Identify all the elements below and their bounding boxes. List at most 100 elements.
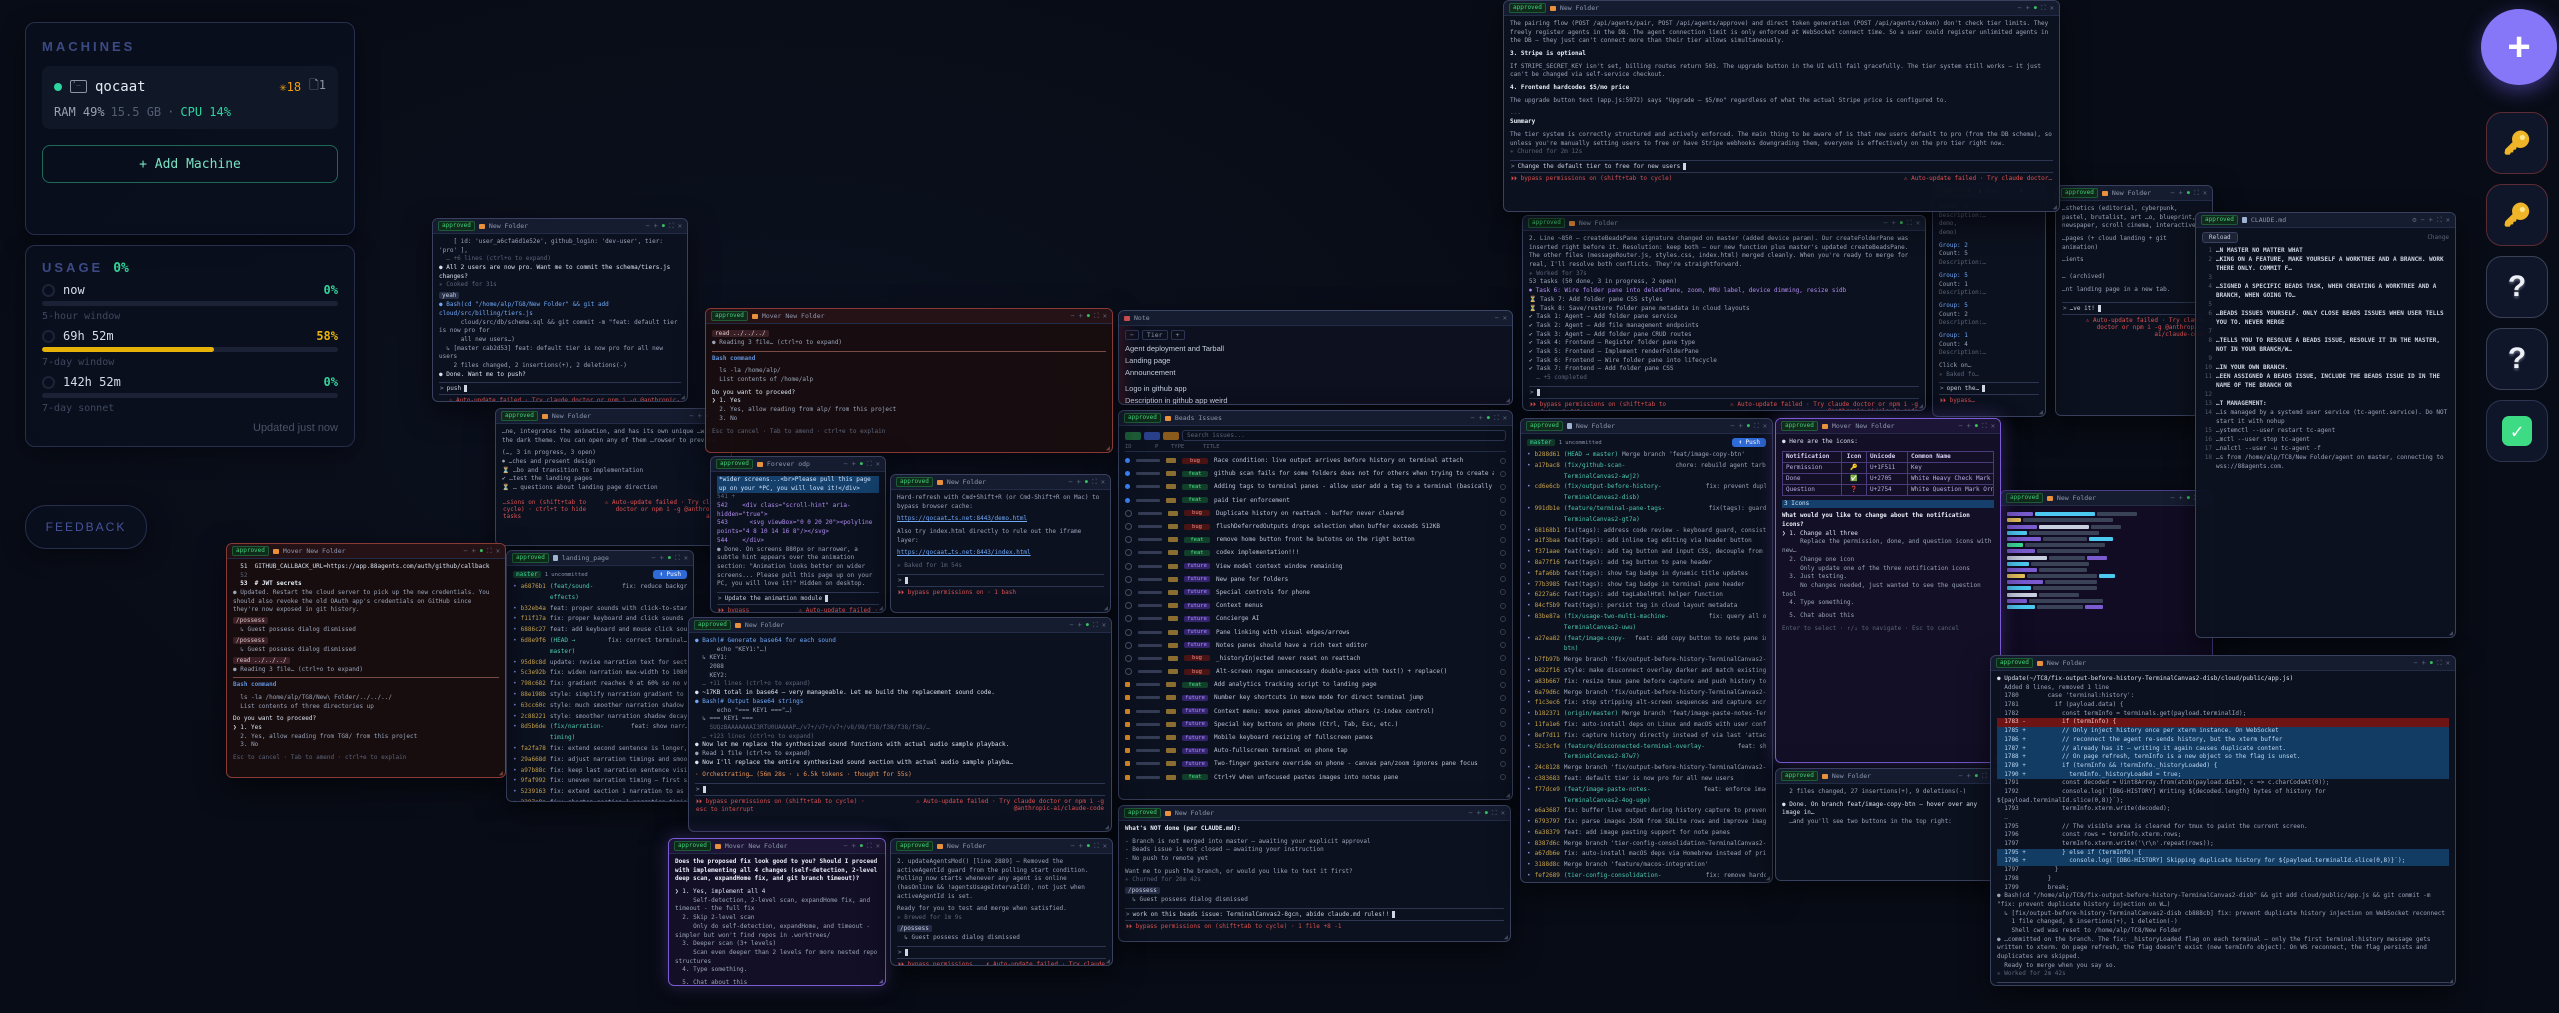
window-proposed-fix[interactable]: approvedMover New Folder−+●⛶✕Does the pr… [668, 838, 886, 986]
close-button[interactable]: ✕ [2446, 659, 2450, 668]
commit-row[interactable]: •f1c3ec6fix: stop stripping alt-screen s… [1527, 698, 1766, 709]
status-dot[interactable]: ● [668, 554, 671, 563]
window-files-changed[interactable]: approvedNew Folder−+●⛶✕ 2 files changed,… [1775, 768, 2001, 881]
close-button[interactable]: ✕ [1503, 414, 1507, 423]
window-titlebar[interactable]: approvedNew Folder−+●⛶✕ [1504, 1, 2059, 16]
window-titlebar[interactable]: approvedNew Folder−+●⛶✕ [1776, 769, 2000, 784]
commit-row[interactable]: •a67db6efix: auto-install macOS deps via… [1527, 849, 1766, 860]
fullscreen-button[interactable]: ⛶ [867, 460, 872, 469]
commit-row[interactable]: •8d5b6de(fix/narration-timing)feat: show… [513, 722, 687, 744]
window-titlebar[interactable]: approvedNew Folder−+●⛶✕ [1523, 216, 1925, 231]
fullscreen-button[interactable]: ⛶ [2437, 216, 2442, 225]
note-tab[interactable]: + [1171, 330, 1185, 340]
commit-row[interactable]: •77b3985feat(tags): show tag badge in te… [1527, 580, 1766, 591]
window-titlebar[interactable]: approvedNew Folder−+●⛶✕ [496, 409, 731, 424]
minimize-button[interactable]: − [2017, 4, 2021, 13]
zoom-button[interactable]: + [1079, 842, 1083, 851]
window-titlebar[interactable]: approvedlanding_page−+●⛶✕ [507, 551, 693, 566]
close-button[interactable]: ✕ [2446, 216, 2450, 225]
open-filter-pill[interactable] [1125, 432, 1141, 440]
minimize-button[interactable]: − [2413, 659, 2417, 668]
commit-row[interactable]: •8387d6cMerge branch 'tier-config-consol… [1527, 839, 1766, 850]
search-input[interactable]: Search issues... [1182, 430, 1506, 441]
zoom-button[interactable]: + [852, 460, 856, 469]
window-git-graph[interactable]: approvedNew Folder−+●⛶✕master1 uncommitt… [1520, 418, 1773, 883]
commit-row[interactable]: •a17bac8(fix/github-scan-TerminalCanvas2… [1527, 461, 1766, 483]
status-dot[interactable]: ● [1975, 772, 1978, 781]
issue-menu-icon[interactable] [1500, 524, 1506, 530]
window-titlebar[interactable]: approvedNew Folder−+●⛶✕ [2056, 186, 2212, 201]
commit-row[interactable]: •b288d61(HEAD → master)Merge branch 'fea… [1527, 450, 1766, 461]
fullscreen-button[interactable]: ⛶ [1907, 219, 1912, 228]
window-icons[interactable]: approvedMover New Folder−+●⛶✕● Here are … [1775, 418, 2001, 763]
close-button[interactable]: ✕ [1103, 312, 1107, 321]
fullscreen-button[interactable]: ⛶ [1494, 414, 1499, 423]
issue-row[interactable]: futurePane linking with visual edges/arr… [1125, 625, 1506, 638]
close-button[interactable]: ✕ [876, 842, 880, 851]
window-merge-tasks[interactable]: approvedNew Folder−+●⛶✕2. Line ~850 — cr… [1522, 215, 1926, 411]
close-button[interactable]: ✕ [1763, 422, 1767, 431]
zoom-button[interactable]: + [1967, 772, 1971, 781]
zoom-button[interactable]: + [1079, 312, 1083, 321]
commit-row[interactable]: •e6a3687fix: buffer live output during h… [1527, 806, 1766, 817]
issue-row[interactable]: bugRace condition: live output arrives b… [1125, 454, 1506, 467]
fullscreen-button[interactable]: ⛶ [669, 222, 674, 231]
issue-menu-icon[interactable] [1500, 708, 1506, 714]
zoom-button[interactable]: + [654, 222, 658, 231]
note-tab[interactable]: Tier [1142, 330, 1168, 340]
close-button[interactable]: ✕ [1102, 621, 1106, 630]
status-dot[interactable]: ● [1487, 414, 1490, 423]
fullscreen-button[interactable]: ⛶ [1982, 422, 1987, 431]
window-titlebar[interactable]: approvedBeads Issues−+●⛶✕ [1119, 411, 1512, 426]
window-titlebar[interactable]: approvedNew Folder−+●⛶✕ [1991, 656, 2455, 671]
zoom-button[interactable]: + [660, 554, 664, 563]
fullscreen-button[interactable]: ⛶ [1094, 842, 1099, 851]
commit-row[interactable]: •63cc60cstyle: much smoother narration s… [513, 701, 687, 712]
close-button[interactable]: ✕ [1916, 219, 1920, 228]
settings-icon[interactable]: ⚙ [2412, 216, 2416, 225]
commit-row[interactable]: •a6876b1(feat/sound-effects)fix: reduce … [513, 582, 687, 604]
commit-row[interactable]: •52c3cfe(feature/disconnected-terminal-o… [1527, 742, 1766, 764]
minimize-button[interactable]: − [2170, 189, 2174, 198]
issue-row[interactable]: bugAlt-screen regex unnecessary double-p… [1125, 665, 1506, 678]
issue-row[interactable]: futureAuto-fullscreen terminal on phone … [1125, 744, 1506, 757]
commit-row[interactable]: •84cf5b9feat(tags): persist tag in cloud… [1527, 601, 1766, 612]
commit-row[interactable]: •6886c27feat: add keyboard and mouse cli… [513, 625, 687, 636]
commit-row[interactable]: •11fa1e6fix: auto-install deps on Linux … [1527, 720, 1766, 731]
window-sounds[interactable]: approvedNew Folder−+●⛶✕● Bash(# Generate… [688, 617, 1112, 832]
zoom-button[interactable]: + [1739, 422, 1743, 431]
prompt-input[interactable]: > [1529, 386, 1919, 399]
commit-row[interactable]: •88e198bstyle: simplify narration gradie… [513, 690, 687, 701]
issue-menu-icon[interactable] [1500, 682, 1506, 688]
commit-row[interactable]: •cd6e6cb(fix/output-before-history-Termi… [1527, 482, 1766, 504]
window-titlebar[interactable]: approvedNew Folder−+●⛶✕ [891, 475, 1110, 490]
zoom-button[interactable]: + [2422, 659, 2426, 668]
prompt-input[interactable]: >open the… [1939, 382, 2039, 395]
commit-row[interactable]: •6a38379feat: add image pasting support … [1527, 828, 1766, 839]
issue-menu-icon[interactable] [1500, 616, 1506, 622]
commit-row[interactable]: •fef2689(tier-config-consolidation-Termi… [1527, 871, 1766, 882]
minimize-button[interactable]: − [645, 222, 649, 231]
window-read-files[interactable]: approvedMover New Folder−+●⛶✕read ../../… [705, 308, 1113, 453]
zoom-button[interactable]: + [1967, 422, 1971, 431]
issue-menu-icon[interactable] [1500, 603, 1506, 609]
window-tier-doc[interactable]: approvedNew Folder−+●⛶✕The pairing flow … [1503, 0, 2060, 212]
commit-row[interactable]: •e822f16style: make disconnect overlay d… [1527, 666, 1766, 677]
commit-row[interactable]: •6793797fix: parse images JSON from SQLi… [1527, 817, 1766, 828]
zoom-button[interactable]: + [698, 412, 702, 421]
minimize-button[interactable]: − [843, 842, 847, 851]
feedback-button[interactable]: FEEDBACK [25, 505, 147, 549]
window-titlebar[interactable]: approvedMover New Folder−+●⛶✕ [227, 544, 505, 559]
reload-button[interactable]: Reload [2202, 232, 2238, 243]
commit-row[interactable]: •9faf992fix: uneven narration timing — f… [513, 776, 687, 787]
fullscreen-button[interactable]: ⛶ [2041, 4, 2046, 13]
fullscreen-button[interactable]: ⛶ [2437, 659, 2442, 668]
minimize-button[interactable]: − [1468, 809, 1472, 818]
window-aesthetics[interactable]: approvedNew Folder−+●⛶✕…sthetics (editor… [2055, 185, 2213, 416]
window-titlebar[interactable]: approvedNew Folder−+●⛶✕ [2001, 491, 2212, 506]
commit-row[interactable]: •95d8c8dupdate: revise narration text fo… [513, 658, 687, 669]
close-button[interactable]: ✕ [2203, 189, 2207, 198]
issue-row[interactable]: futureSpecial controls for phone [1125, 586, 1506, 599]
issue-menu-icon[interactable] [1500, 774, 1506, 780]
commit-row[interactable]: •2c88221style: smoother narration shadow… [513, 712, 687, 723]
